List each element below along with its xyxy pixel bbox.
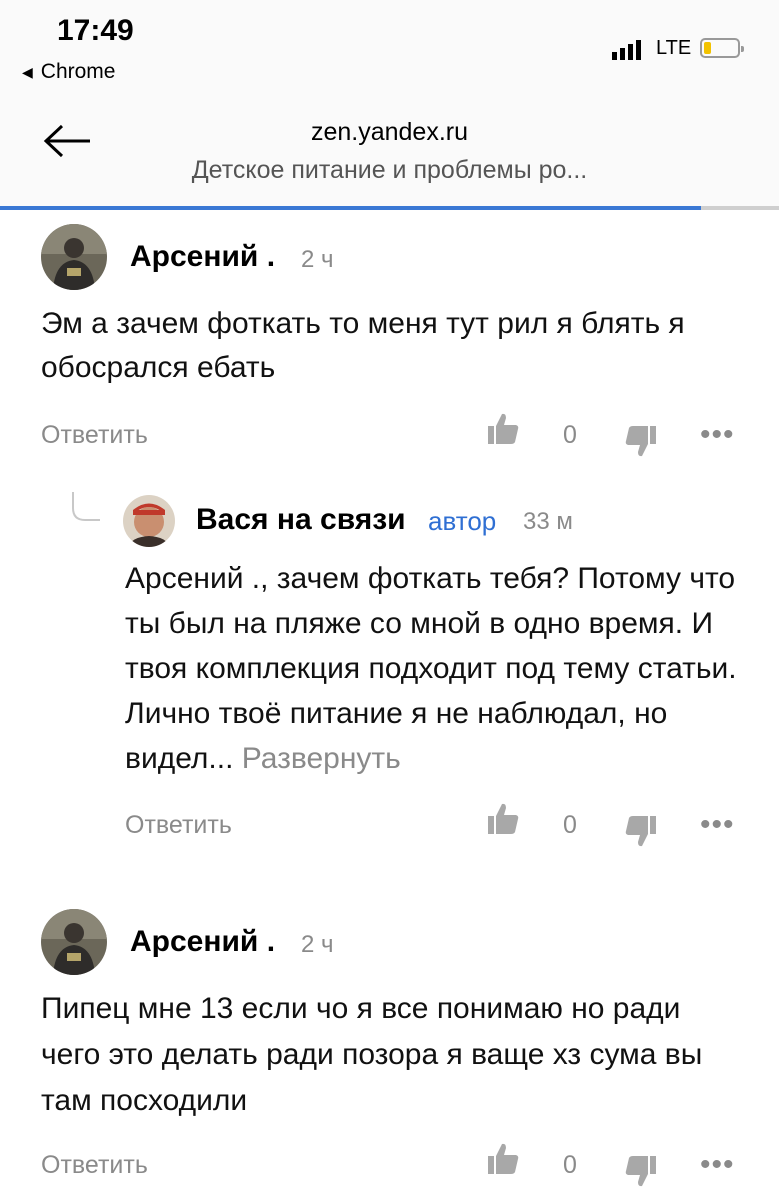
reply-button[interactable]: Ответить <box>125 811 232 840</box>
signal-icon <box>612 38 648 65</box>
reply-button[interactable]: Ответить <box>41 1151 148 1180</box>
page-title: Детское питание и проблемы ро... <box>191 156 588 184</box>
avatar[interactable] <box>41 909 107 975</box>
status-bar: 17:49 ◀ Chrome LTE <box>0 0 779 92</box>
like-count: 0 <box>563 1151 577 1179</box>
like-count: 0 <box>563 421 577 449</box>
avatar[interactable] <box>123 495 175 547</box>
comment-author[interactable]: Вася на связи <box>196 503 406 537</box>
avatar[interactable] <box>41 224 107 290</box>
battery-icon <box>700 38 744 58</box>
more-dots-icon[interactable]: ••• <box>700 418 735 452</box>
expand-link[interactable]: Развернуть <box>242 742 401 775</box>
thumbs-up-icon[interactable] <box>486 412 520 451</box>
thumbs-down-icon[interactable] <box>624 1154 658 1193</box>
comment-time: 33 м <box>523 508 573 535</box>
reading-progress-fill <box>0 206 702 210</box>
reply-button[interactable]: Ответить <box>41 421 148 450</box>
status-time: 17:49 <box>57 14 134 47</box>
comment-text: Арсений ., зачем фоткать тебя? Потому чт… <box>125 556 745 781</box>
author-badge: автор <box>428 506 497 536</box>
back-to-app-link[interactable]: ◀ Chrome <box>22 60 115 84</box>
thread-connector-icon <box>70 490 110 535</box>
thumbs-up-icon[interactable] <box>486 802 520 841</box>
thumbs-down-icon[interactable] <box>624 814 658 853</box>
comment-text-body: Арсений ., зачем фоткать тебя? Потому чт… <box>125 562 737 775</box>
network-type: LTE <box>656 37 692 59</box>
back-triangle-icon: ◀ <box>22 63 33 80</box>
like-count: 0 <box>563 811 577 839</box>
site-domain: zen.yandex.ru <box>310 118 469 146</box>
more-dots-icon[interactable]: ••• <box>700 808 735 842</box>
more-dots-icon[interactable]: ••• <box>700 1148 735 1182</box>
comment-author[interactable]: Арсений . <box>130 240 275 274</box>
comment-time: 2 ч <box>301 931 334 958</box>
thumbs-up-icon[interactable] <box>486 1142 520 1181</box>
page-header: zen.yandex.ru Детское питание и проблемы… <box>0 92 779 208</box>
back-app-label: Chrome <box>40 60 116 83</box>
comment-author[interactable]: Арсений . <box>130 925 275 959</box>
comment-text: Эм а зачем фоткать то меня тут рил я бля… <box>41 307 685 384</box>
comment-text: Пипец мне 13 если чо я все понимаю но ра… <box>41 992 703 1117</box>
thumbs-down-icon[interactable] <box>624 424 658 463</box>
comment-time: 2 ч <box>301 246 334 273</box>
